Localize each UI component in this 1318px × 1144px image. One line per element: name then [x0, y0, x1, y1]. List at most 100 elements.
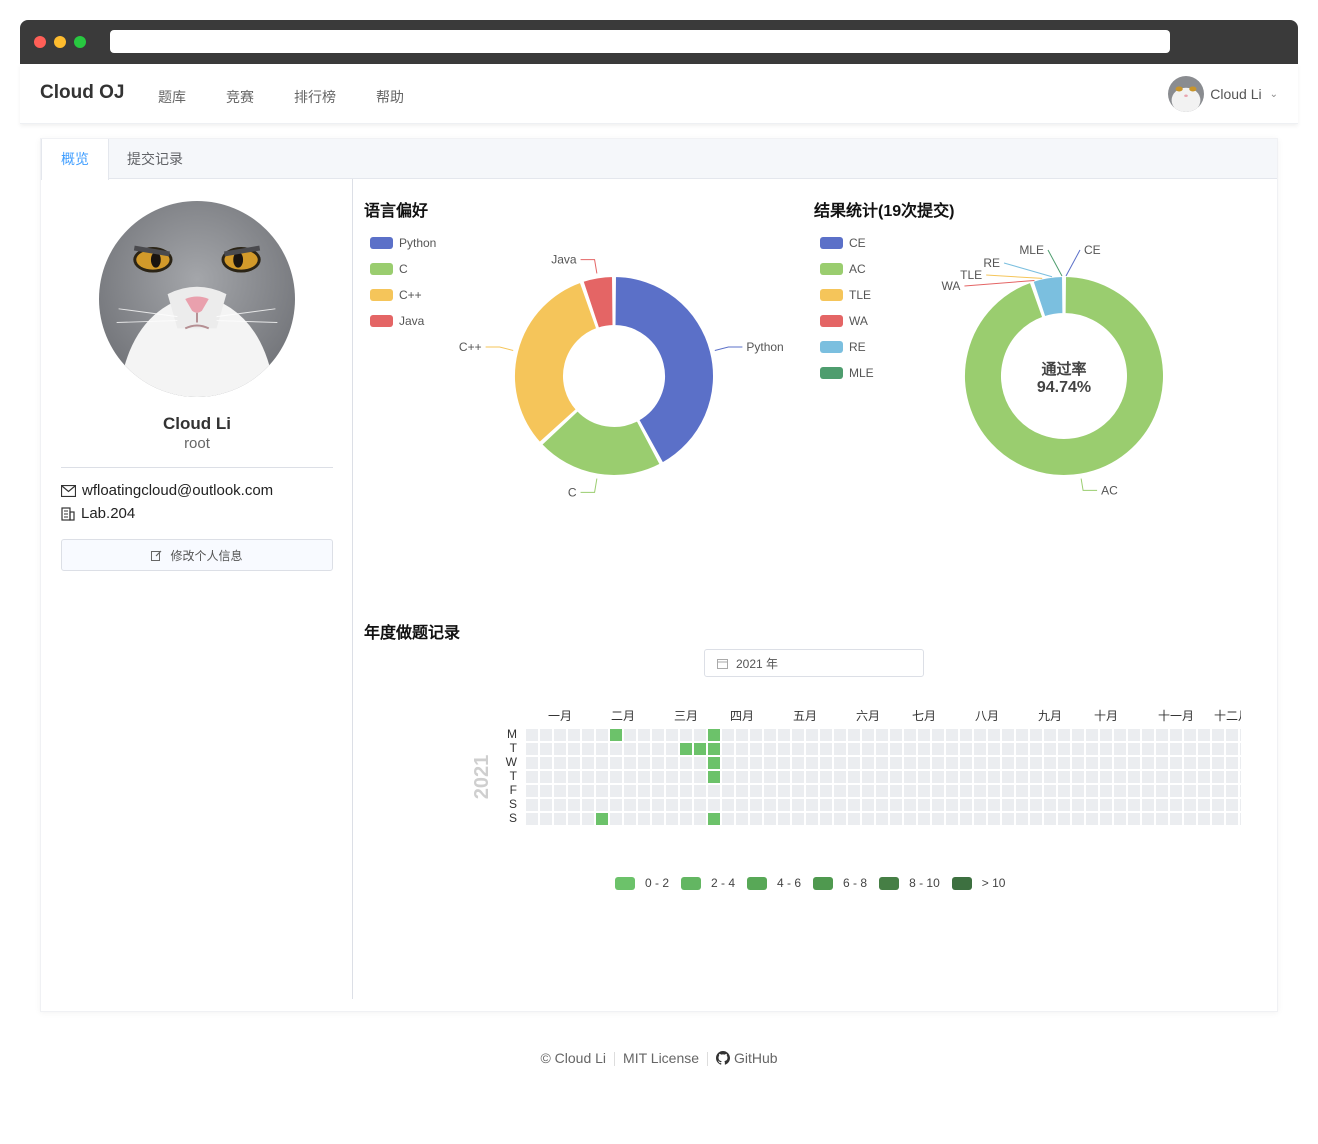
heatmap-cell[interactable]: [862, 729, 874, 741]
heatmap-cell[interactable]: [694, 757, 706, 769]
edit-profile-button[interactable]: 修改个人信息: [61, 539, 333, 571]
heatmap-cell[interactable]: [554, 757, 566, 769]
heatmap-cell[interactable]: [988, 813, 1000, 825]
heatmap-cell[interactable]: [554, 771, 566, 783]
heatmap-cell[interactable]: [1100, 757, 1112, 769]
legend-item-mle[interactable]: MLE: [820, 360, 874, 386]
heatmap-cell[interactable]: [988, 785, 1000, 797]
heatmap-cell[interactable]: [694, 813, 706, 825]
heatmap-cell[interactable]: [652, 743, 664, 755]
heatmap-cell[interactable]: [918, 757, 930, 769]
heatmap-cell[interactable]: [1044, 799, 1056, 811]
heatmap-cell[interactable]: [834, 743, 846, 755]
heatmap-cell[interactable]: [708, 799, 720, 811]
heatmap-cell[interactable]: [862, 813, 874, 825]
heatmap-cell[interactable]: [778, 757, 790, 769]
heatmap-cell[interactable]: [764, 799, 776, 811]
heatmap-cell[interactable]: [638, 771, 650, 783]
heatmap-cell[interactable]: [1170, 757, 1182, 769]
heatmap-cell[interactable]: [1002, 743, 1014, 755]
heatmap-legend-item[interactable]: 4 - 6: [747, 876, 801, 890]
heatmap-cell[interactable]: [1240, 799, 1241, 811]
heatmap-cell[interactable]: [974, 757, 986, 769]
heatmap-cell[interactable]: [1058, 799, 1070, 811]
heatmap-cell[interactable]: [834, 729, 846, 741]
heatmap-cell[interactable]: [890, 729, 902, 741]
heatmap-cell[interactable]: [1072, 729, 1084, 741]
heatmap-cell[interactable]: [666, 757, 678, 769]
heatmap-cell[interactable]: [932, 813, 944, 825]
nav-problems[interactable]: 题库: [158, 87, 186, 107]
heatmap-cell[interactable]: [1002, 785, 1014, 797]
heatmap-cell[interactable]: [848, 799, 860, 811]
heatmap-cell[interactable]: [1240, 785, 1241, 797]
heatmap-cell[interactable]: [932, 785, 944, 797]
heatmap-cell[interactable]: [1072, 757, 1084, 769]
heatmap-cell[interactable]: [1100, 729, 1112, 741]
heatmap-cell[interactable]: [988, 729, 1000, 741]
heatmap-cell[interactable]: [778, 785, 790, 797]
heatmap-cell[interactable]: [848, 757, 860, 769]
heatmap-cell[interactable]: [946, 743, 958, 755]
heatmap-cell[interactable]: [918, 799, 930, 811]
heatmap-cell[interactable]: [582, 799, 594, 811]
heatmap-cell[interactable]: [722, 729, 734, 741]
heatmap-cell[interactable]: [568, 743, 580, 755]
address-bar[interactable]: [110, 30, 1170, 53]
heatmap-cell[interactable]: [652, 729, 664, 741]
heatmap-cell[interactable]: [904, 785, 916, 797]
heatmap-cell[interactable]: [834, 771, 846, 783]
heatmap-cell[interactable]: [806, 813, 818, 825]
heatmap-cell[interactable]: [1226, 757, 1238, 769]
heatmap-cell[interactable]: [1086, 729, 1098, 741]
heatmap-cell[interactable]: [666, 771, 678, 783]
heatmap-cell[interactable]: [708, 729, 720, 741]
heatmap-cell[interactable]: [568, 729, 580, 741]
heatmap-cell[interactable]: [1170, 743, 1182, 755]
heatmap-cell[interactable]: [792, 757, 804, 769]
heatmap-cell[interactable]: [1058, 771, 1070, 783]
heatmap-cell[interactable]: [1184, 771, 1196, 783]
heatmap-cell[interactable]: [848, 729, 860, 741]
heatmap-cell[interactable]: [806, 799, 818, 811]
heatmap-cell[interactable]: [764, 785, 776, 797]
heatmap-cell[interactable]: [666, 813, 678, 825]
heatmap-cell[interactable]: [750, 757, 762, 769]
heatmap-cell[interactable]: [764, 771, 776, 783]
heatmap-cell[interactable]: [540, 785, 552, 797]
heatmap-cell[interactable]: [1072, 813, 1084, 825]
heatmap-cell[interactable]: [1086, 785, 1098, 797]
nav-rankings[interactable]: 排行榜: [294, 87, 336, 107]
heatmap-cell[interactable]: [932, 799, 944, 811]
heatmap-cell[interactable]: [568, 757, 580, 769]
heatmap-cell[interactable]: [932, 729, 944, 741]
heatmap-cell[interactable]: [526, 771, 538, 783]
heatmap-cell[interactable]: [750, 771, 762, 783]
heatmap-cell[interactable]: [1016, 757, 1028, 769]
heatmap-cell[interactable]: [792, 743, 804, 755]
heatmap-cell[interactable]: [554, 785, 566, 797]
heatmap-cell[interactable]: [876, 799, 888, 811]
heatmap-cell[interactable]: [1170, 799, 1182, 811]
heatmap-cell[interactable]: [666, 799, 678, 811]
tab-overview[interactable]: 概览: [41, 139, 109, 180]
heatmap-cell[interactable]: [624, 799, 636, 811]
heatmap-cell[interactable]: [652, 785, 664, 797]
heatmap-cell[interactable]: [1142, 729, 1154, 741]
heatmap-cell[interactable]: [526, 813, 538, 825]
heatmap-cell[interactable]: [1072, 799, 1084, 811]
heatmap-cell[interactable]: [1142, 813, 1154, 825]
heatmap-cell[interactable]: [554, 799, 566, 811]
heatmap-cell[interactable]: [1142, 785, 1154, 797]
heatmap-cell[interactable]: [890, 743, 902, 755]
heatmap-cell[interactable]: [1142, 757, 1154, 769]
heatmap-cell[interactable]: [1044, 813, 1056, 825]
heatmap-cell[interactable]: [708, 785, 720, 797]
legend-item-re[interactable]: RE: [820, 334, 874, 360]
heatmap-cell[interactable]: [736, 757, 748, 769]
legend-item-wa[interactable]: WA: [820, 308, 874, 334]
heatmap-cell[interactable]: [1030, 757, 1042, 769]
heatmap-cell[interactable]: [834, 813, 846, 825]
heatmap-cell[interactable]: [750, 799, 762, 811]
heatmap-cell[interactable]: [1128, 757, 1140, 769]
